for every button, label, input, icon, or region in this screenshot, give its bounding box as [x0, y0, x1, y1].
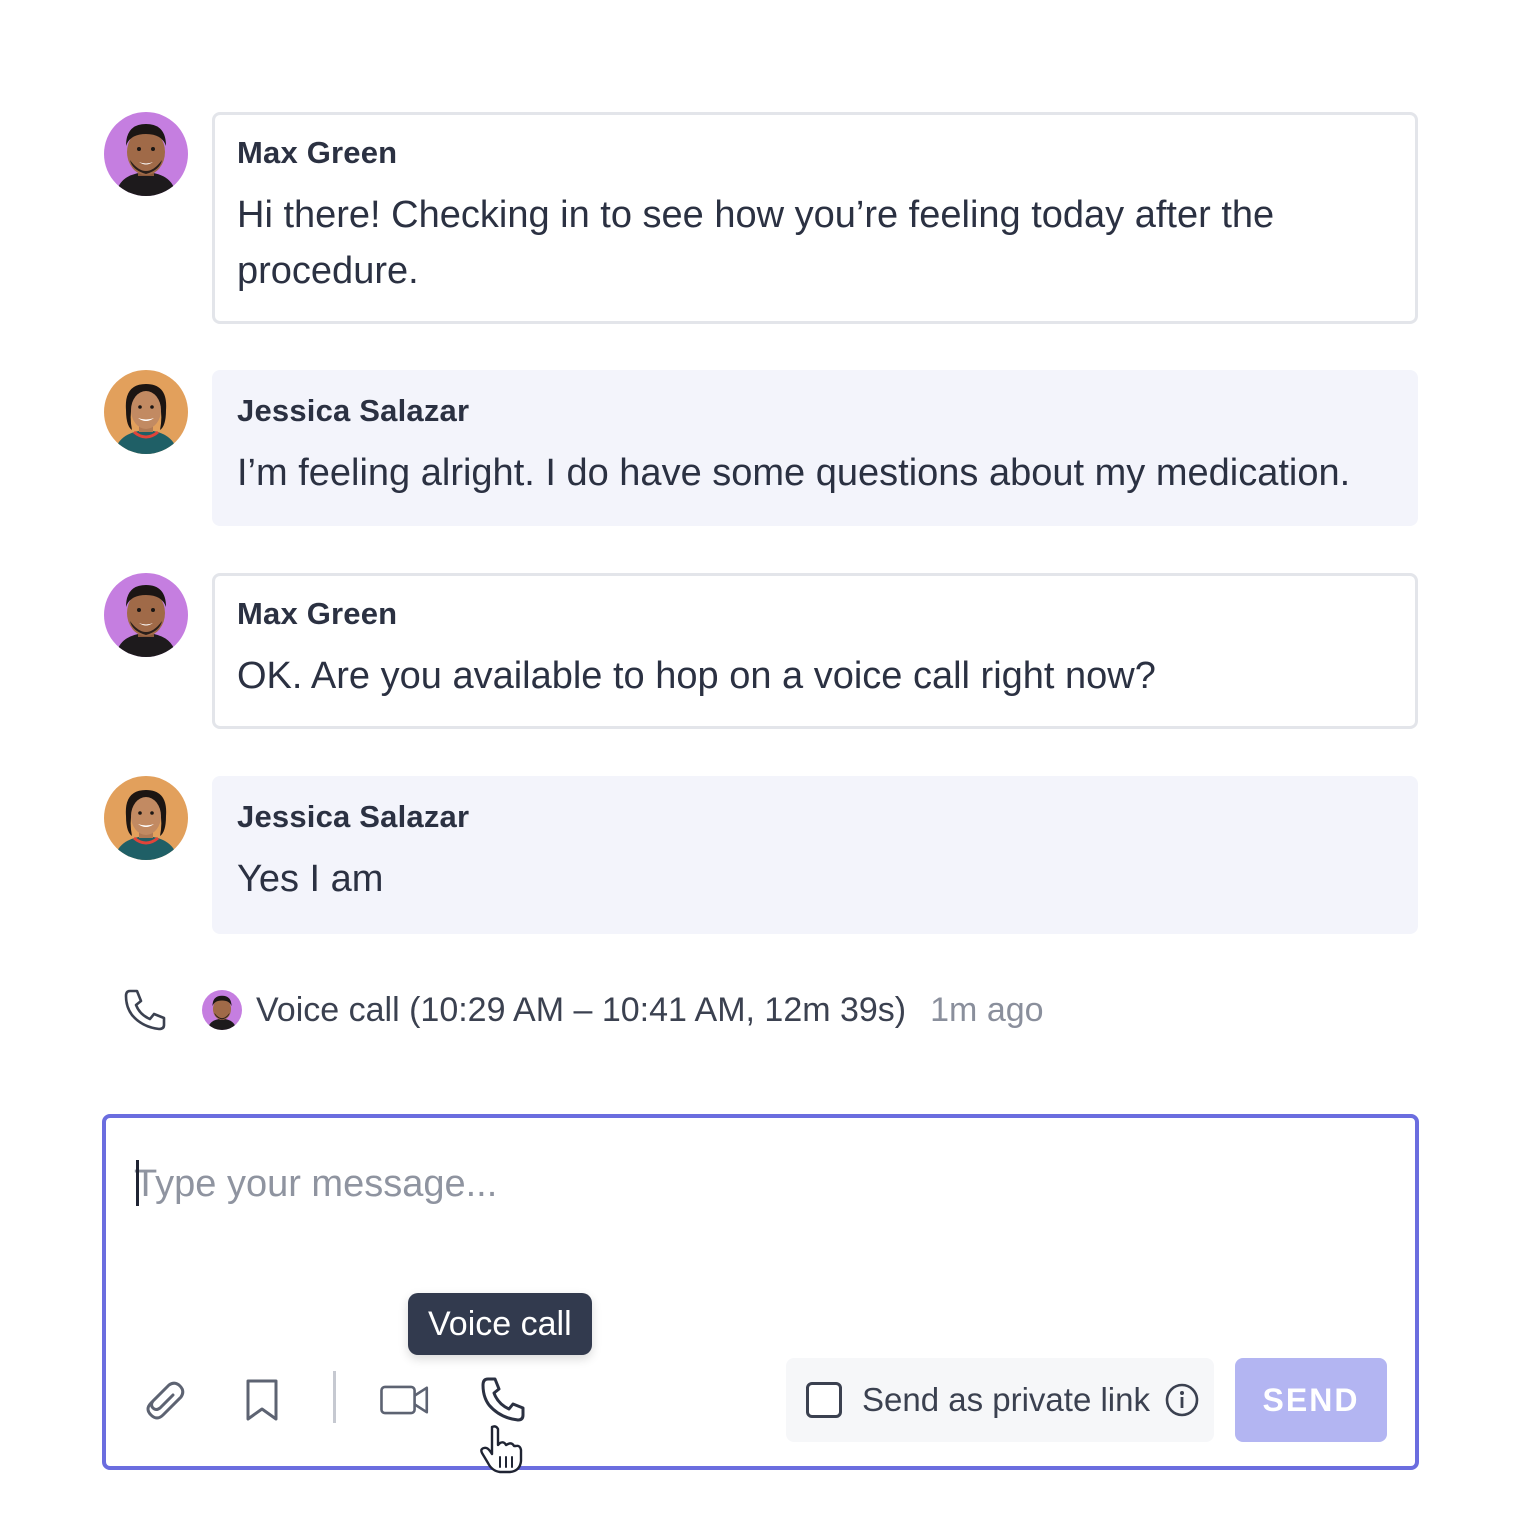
avatar	[104, 776, 188, 860]
message-bubble: Jessica Salazar I’m feeling alright. I d…	[212, 370, 1418, 526]
message-composer: Voice call Send as private link SEND	[102, 1114, 1419, 1474]
sender-name: Jessica Salazar	[237, 799, 470, 834]
call-log-text: Voice call (10:29 AM – 10:41 AM, 12m 39s…	[256, 990, 907, 1029]
message-text: I’m feeling alright. I do have some ques…	[237, 452, 1351, 494]
bookmark-icon	[246, 1379, 278, 1421]
private-link-label: Send as private link	[862, 1381, 1150, 1418]
message-input[interactable]	[134, 1154, 1334, 1214]
phone-icon	[124, 989, 166, 1031]
toolbar-divider	[333, 1371, 336, 1423]
message-bubble: Jessica Salazar Yes I am	[212, 776, 1418, 934]
private-link-option: Send as private link	[786, 1358, 1214, 1442]
message-bubble: Max Green Hi there! Checking in to see h…	[212, 112, 1418, 324]
avatar	[104, 573, 188, 657]
voice-call-button[interactable]	[474, 1370, 534, 1430]
bookmark-button[interactable]	[232, 1370, 292, 1430]
sender-name: Jessica Salazar	[237, 393, 470, 428]
avatar	[104, 112, 188, 196]
chat-page: Max Green Hi there! Checking in to see h…	[0, 0, 1536, 1536]
paperclip-icon	[146, 1381, 185, 1420]
voice-call-tooltip: Voice call	[408, 1293, 592, 1355]
call-log-time: 1m ago	[930, 990, 1044, 1029]
sender-name: Max Green	[237, 596, 398, 631]
sender-name: Max Green	[237, 135, 398, 170]
message-text: OK. Are you available to hop on a voice …	[237, 655, 1156, 697]
message-text: Hi there! Checking in to see how you’re …	[237, 194, 1275, 292]
call-log-entry: Voice call (10:29 AM – 10:41 AM, 12m 39s…	[120, 985, 1044, 1035]
private-link-checkbox[interactable]	[806, 1382, 842, 1418]
text-caret	[136, 1160, 139, 1206]
hand-pointer-icon	[480, 1425, 523, 1474]
avatar	[202, 990, 242, 1030]
avatar	[104, 370, 188, 454]
message-text: Yes I am	[237, 858, 384, 900]
video-camera-icon	[380, 1385, 429, 1415]
phone-icon	[481, 1377, 525, 1422]
message-bubble: Max Green OK. Are you available to hop o…	[212, 573, 1418, 729]
send-button[interactable]: SEND	[1235, 1358, 1387, 1442]
video-call-button[interactable]	[374, 1370, 436, 1430]
attach-button[interactable]	[134, 1370, 194, 1430]
info-icon[interactable]	[1164, 1382, 1200, 1418]
